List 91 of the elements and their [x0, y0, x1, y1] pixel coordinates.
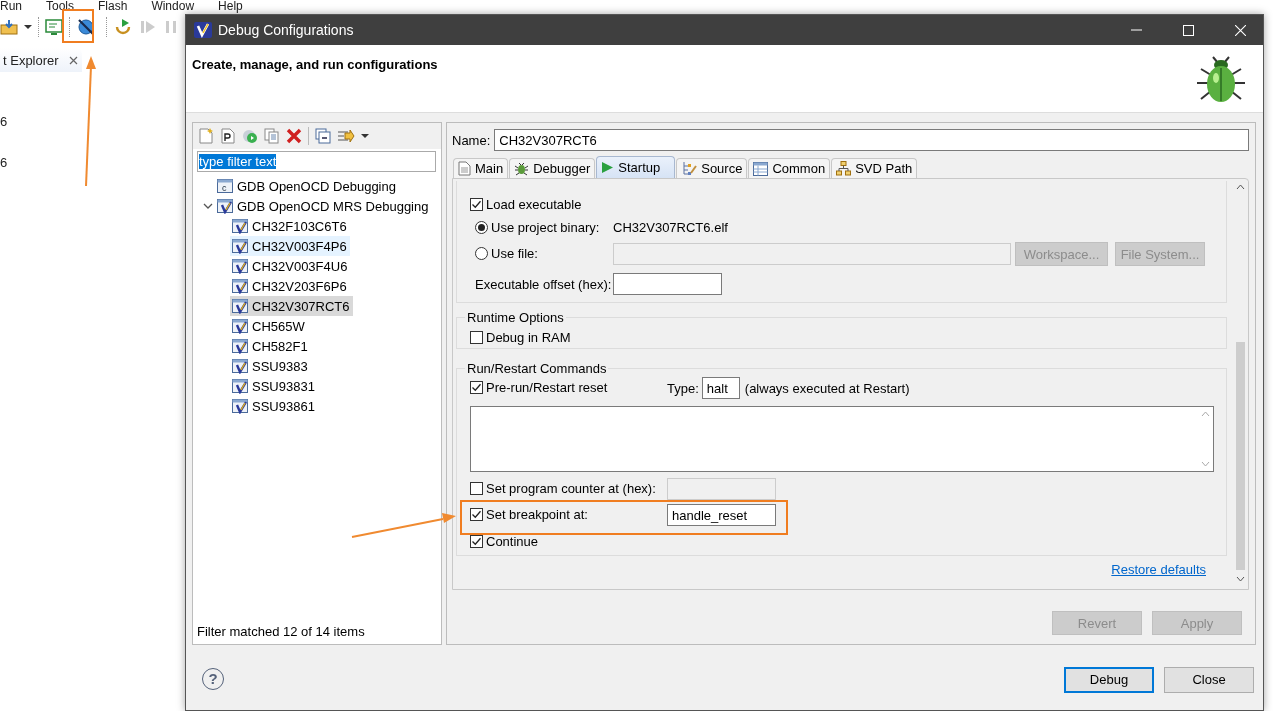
- load-executable-checkbox[interactable]: Load executable: [470, 197, 582, 212]
- play-icon: [601, 161, 615, 174]
- tree-item[interactable]: c GDB OpenOCD Debugging: [215, 176, 399, 196]
- export-icon[interactable]: [242, 128, 258, 144]
- tree-item[interactable]: CH565W: [230, 316, 308, 336]
- breakpoint-field[interactable]: handle_reset: [667, 504, 776, 526]
- caret-icon[interactable]: [361, 133, 369, 139]
- radio-button[interactable]: Use file:: [475, 245, 538, 261]
- name-field[interactable]: CH32V307RCT6: [494, 129, 1249, 151]
- scroll-up-icon[interactable]: [1235, 184, 1245, 190]
- import-icon[interactable]: [0, 19, 18, 35]
- executable-offset-field[interactable]: [613, 273, 722, 295]
- bug-icon: [514, 161, 530, 176]
- checkmark-icon: [471, 535, 482, 547]
- name-label: Name:: [452, 132, 491, 148]
- tree-item[interactable]: CH32F103C6T6: [230, 216, 350, 236]
- chevron-icon[interactable]: [203, 201, 213, 211]
- tree-item[interactable]: CH32V003F4P6: [230, 236, 350, 256]
- tree-item[interactable]: CH32V203F6P6: [230, 276, 350, 296]
- c-file-icon: c: [217, 178, 233, 194]
- filter-icon[interactable]: [337, 128, 355, 144]
- maximize-icon[interactable]: [1182, 24, 1194, 36]
- tab[interactable]: Startup: [596, 156, 676, 178]
- document-icon: [458, 161, 471, 176]
- debug-in-ram-checkbox[interactable]: Debug in RAM: [470, 329, 571, 345]
- tab[interactable]: Common: [748, 158, 831, 178]
- checkmark-icon: [471, 199, 482, 210]
- tree-item-text: 6: [0, 114, 8, 129]
- config-icon: [232, 218, 248, 234]
- delete-icon[interactable]: [286, 128, 302, 144]
- config-icon: [217, 198, 233, 214]
- config-icon: [232, 398, 248, 414]
- config-icon: [232, 298, 248, 314]
- source-tree-icon: [681, 161, 698, 176]
- type-field[interactable]: halt: [701, 377, 740, 399]
- type-label: Type:: [667, 380, 699, 396]
- new-prototype-icon[interactable]: [220, 128, 236, 144]
- restore-defaults-link[interactable]: Restore defaults: [1111, 561, 1206, 577]
- tree-item[interactable]: SSU93831: [230, 376, 318, 396]
- dialog-button[interactable]: Debug: [1064, 666, 1154, 693]
- tab[interactable]: Source: [676, 158, 748, 178]
- field-label: Executable offset (hex):: [474, 276, 613, 292]
- checkmark-icon: [471, 509, 482, 520]
- binary-file-name: CH32V307RCT6.elf: [613, 219, 728, 235]
- tab[interactable]: SVD Path: [831, 158, 918, 178]
- checkmark-icon: [471, 382, 482, 393]
- tree-item[interactable]: CH32V003F4U6: [230, 256, 351, 276]
- collapse-icon[interactable]: [315, 128, 331, 144]
- continue-checkbox[interactable]: Continue: [470, 533, 539, 549]
- type-note: (always executed at Restart): [744, 380, 910, 396]
- filter-field[interactable]: type filter text: [197, 151, 436, 172]
- group-title: Run/Restart Commands: [466, 361, 608, 376]
- restart-icon[interactable]: [113, 18, 133, 36]
- config-icon: [232, 258, 248, 274]
- config-icon: [232, 378, 248, 394]
- table-icon: [753, 161, 769, 176]
- tree-item[interactable]: CH32V307RCT6: [230, 296, 353, 316]
- tree-item[interactable]: CH582F1: [230, 336, 311, 356]
- minimize-icon[interactable]: [1130, 29, 1142, 31]
- radio-button[interactable]: Use project binary:: [475, 220, 600, 235]
- window-title: Debug Configurations: [218, 22, 355, 38]
- dialog-button[interactable]: Close: [1164, 666, 1254, 693]
- menu-item[interactable]: Window: [151, 0, 195, 13]
- tree-item[interactable]: GDB OpenOCD MRS Debugging: [215, 196, 432, 216]
- config-icon: [232, 338, 248, 354]
- breakpoint-checkbox[interactable]: Set breakpoint at:: [470, 507, 588, 522]
- config-icon: [232, 278, 248, 294]
- config-icon: [232, 238, 248, 254]
- copy-icon[interactable]: [264, 128, 280, 144]
- menu-item[interactable]: Help: [218, 0, 243, 13]
- dialog-heading: Create, manage, and run configurations: [192, 57, 438, 74]
- monitor-icon[interactable]: [45, 19, 63, 35]
- group-title: Runtime Options: [466, 310, 565, 325]
- close-icon[interactable]: [68, 55, 78, 65]
- app-logo-icon: [194, 21, 212, 39]
- file-path-field[interactable]: [613, 243, 1011, 265]
- menu-item[interactable]: Run: [0, 0, 22, 13]
- config-icon: [232, 318, 248, 334]
- scroll-down-icon[interactable]: [1235, 576, 1245, 582]
- tree-item[interactable]: SSU9383: [230, 356, 311, 376]
- tree-item[interactable]: SSU93861: [230, 396, 318, 416]
- tree-item-text: 6: [0, 155, 8, 170]
- menu-item[interactable]: Flash: [98, 0, 128, 13]
- highlight-box: [62, 9, 94, 43]
- pre-run-reset-checkbox[interactable]: Pre-run/Restart reset: [470, 380, 608, 395]
- tab[interactable]: Main: [453, 158, 509, 178]
- caret-icon[interactable]: [24, 24, 32, 30]
- filter-status-text: Filter matched 12 of 14 items: [196, 622, 366, 641]
- hierarchy-icon: [836, 161, 852, 176]
- config-icon: [232, 358, 248, 374]
- tab[interactable]: Debugger: [509, 158, 596, 178]
